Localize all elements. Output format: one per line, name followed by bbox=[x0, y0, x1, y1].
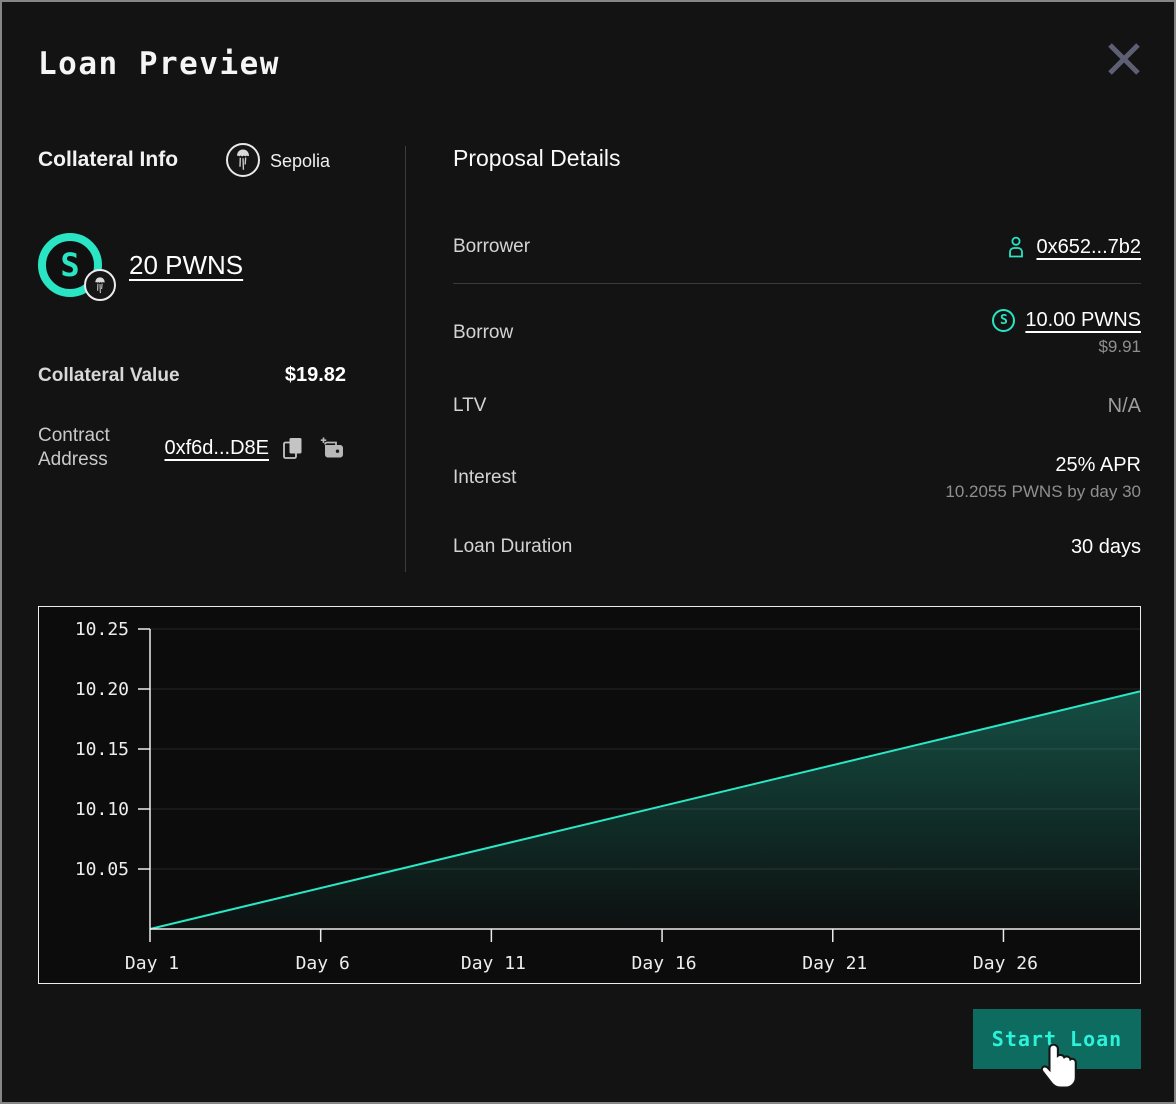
chart-x-tick-label: Day 16 bbox=[632, 953, 697, 974]
interest-row: Interest 25% APR 10.2055 PWNS by day 30 bbox=[453, 449, 1141, 507]
copy-icon[interactable] bbox=[282, 436, 305, 461]
chart-x-tick-label: Day 11 bbox=[461, 953, 526, 974]
chart-y-tick-label: 10.10 bbox=[75, 799, 129, 820]
chart-y-tick-label: 10.20 bbox=[75, 679, 129, 700]
start-loan-button[interactable]: Start Loan bbox=[973, 1009, 1141, 1069]
borrow-usd-value: $9.91 bbox=[1098, 337, 1141, 357]
collateral-value-row: Collateral Value $19.82 bbox=[38, 364, 346, 387]
loan-duration-row: Loan Duration 30 days bbox=[453, 529, 1141, 565]
repayment-chart-svg: 10.05 10.10 10.15 10.20 10.25 Day 1 Day 6 Day 1… bbox=[39, 607, 1140, 983]
chart-y-tick-label: 10.25 bbox=[75, 619, 129, 640]
person-icon bbox=[1006, 235, 1026, 259]
collateral-value-label: Collateral Value bbox=[38, 365, 180, 387]
section-divider bbox=[405, 146, 406, 572]
borrow-row: Borrow S 10.00 PWNS $9.91 bbox=[453, 303, 1141, 363]
network-badge bbox=[226, 143, 260, 177]
collateral-value: $19.82 bbox=[285, 364, 346, 387]
ltv-label: LTV bbox=[453, 395, 486, 417]
collateral-amount-link[interactable]: 20 PWNS bbox=[129, 250, 243, 281]
proposal-section-title: Proposal Details bbox=[453, 145, 620, 172]
borrow-label: Borrow bbox=[453, 322, 513, 344]
chart-y-tick-label: 10.15 bbox=[75, 739, 129, 760]
close-icon[interactable] bbox=[1102, 38, 1146, 82]
token-letter: S bbox=[60, 249, 79, 281]
chart-x-tick-label: Day 1 bbox=[125, 953, 179, 974]
borrower-row: Borrower 0x652...7b2 bbox=[453, 228, 1141, 266]
chart-x-tick-label: Day 21 bbox=[802, 953, 867, 974]
row-divider bbox=[453, 283, 1141, 284]
interest-label: Interest bbox=[453, 467, 516, 489]
interest-total-value: 10.2055 PWNS by day 30 bbox=[945, 482, 1141, 502]
chart-x-tick-label: Day 6 bbox=[296, 953, 350, 974]
chart-y-tick-label: 10.05 bbox=[75, 859, 129, 880]
borrow-token-icon: S bbox=[992, 309, 1015, 332]
network-name: Sepolia bbox=[270, 151, 330, 172]
chart-x-tick-label: Day 26 bbox=[973, 953, 1038, 974]
borrower-label: Borrower bbox=[453, 236, 530, 258]
close-x-glyph bbox=[1104, 39, 1144, 79]
loan-duration-value: 30 days bbox=[1071, 536, 1141, 559]
chain-badge-icon bbox=[84, 269, 116, 301]
contract-address-row: Contract Address 0xf6d...D8E bbox=[38, 422, 346, 474]
repayment-chart: 10.05 10.10 10.15 10.20 10.25 Day 1 Day 6 Day 1… bbox=[38, 606, 1141, 984]
loan-duration-label: Loan Duration bbox=[453, 536, 572, 558]
borrower-address-link[interactable]: 0x652...7b2 bbox=[1036, 236, 1141, 259]
sepolia-logo-icon bbox=[234, 148, 252, 172]
add-to-wallet-icon[interactable] bbox=[318, 436, 346, 461]
ltv-value: N/A bbox=[1108, 395, 1141, 418]
sepolia-logo-icon bbox=[93, 276, 107, 295]
borrow-amount-link[interactable]: 10.00 PWNS bbox=[1025, 309, 1141, 332]
collateral-section-title: Collateral Info bbox=[38, 148, 178, 172]
token-letter: S bbox=[1000, 314, 1008, 327]
ltv-row: LTV N/A bbox=[453, 388, 1141, 424]
modal-title: Loan Preview bbox=[38, 46, 280, 82]
contract-address-label: Contract Address bbox=[38, 424, 158, 473]
loan-preview-modal: Loan Preview Collateral Info Sepolia S 2… bbox=[0, 0, 1176, 1104]
interest-apr-value: 25% APR bbox=[1055, 454, 1141, 477]
contract-address-link[interactable]: 0xf6d...D8E bbox=[164, 437, 269, 460]
